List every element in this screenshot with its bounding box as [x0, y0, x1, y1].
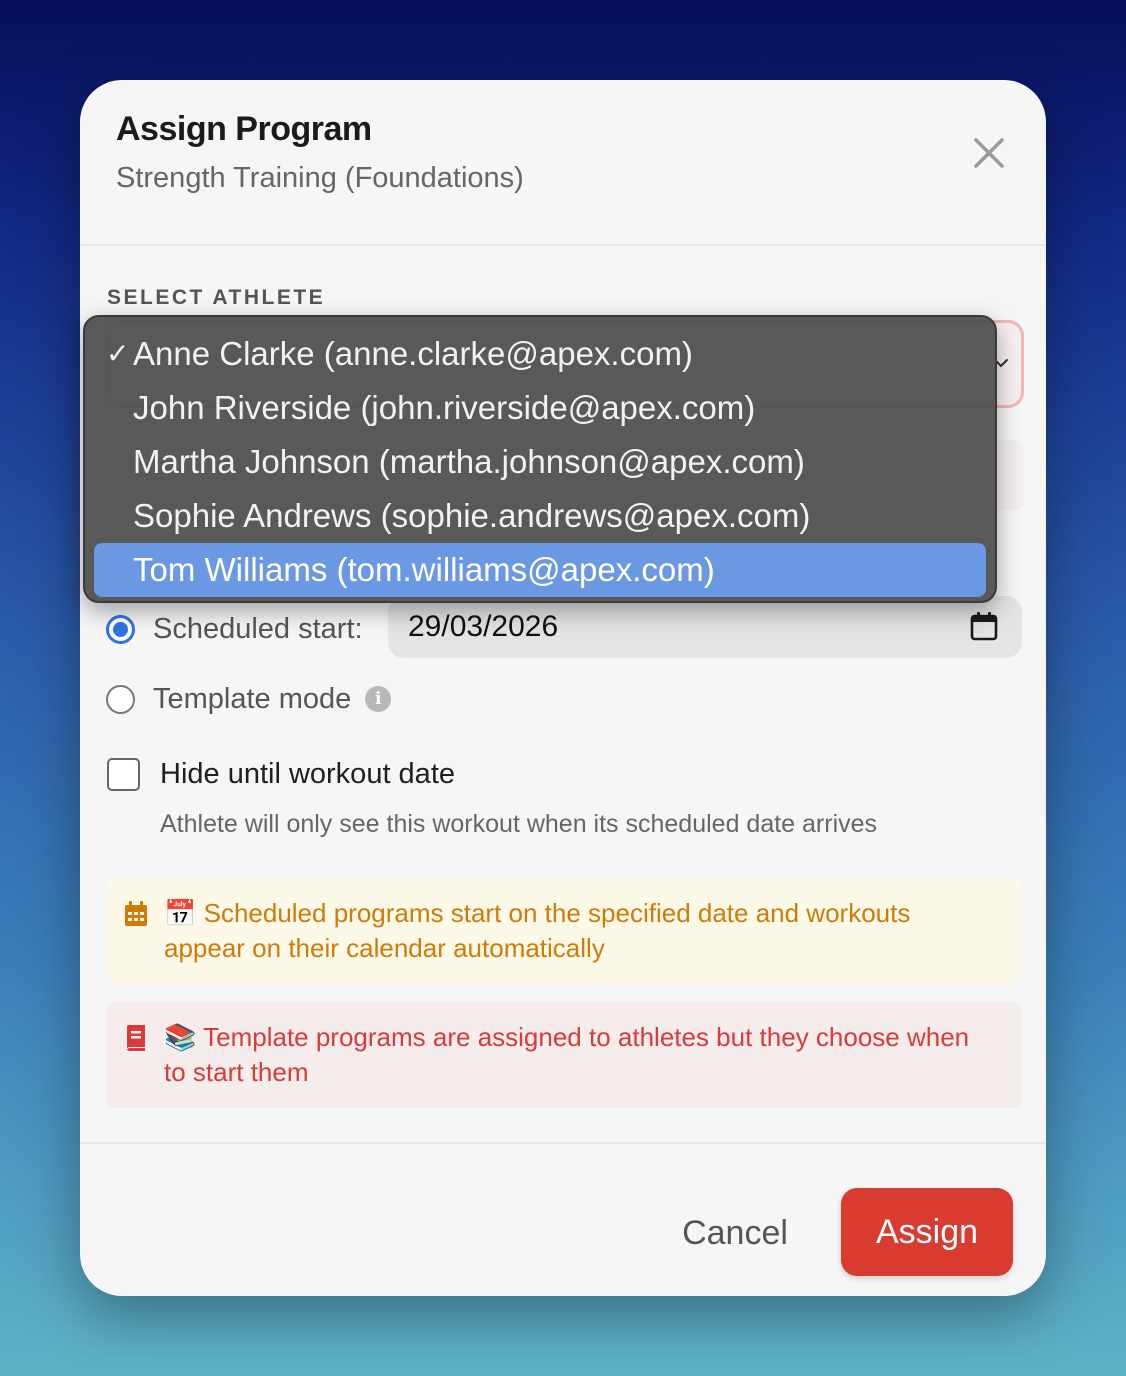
cancel-button[interactable]: Cancel [670, 1208, 800, 1258]
athlete-option-label: Tom Williams (tom.williams@apex.com) [133, 551, 715, 588]
hide-until-date-help: Athlete will only see this workout when … [160, 810, 878, 838]
athlete-option[interactable]: Martha Johnson (martha.johnson@apex.com) [94, 435, 986, 489]
template-mode-radio[interactable] [106, 684, 135, 714]
scheduled-info-notice: 📅 Scheduled programs start on the specif… [106, 878, 1022, 984]
scheduled-start-option[interactable]: Scheduled start: [106, 600, 363, 658]
hide-until-date-option[interactable]: Hide until workout date [107, 758, 455, 791]
template-info-text: 📚 Template programs are assigned to athl… [164, 1022, 970, 1087]
close-icon[interactable] [968, 132, 1010, 174]
athlete-option-label: Anne Clarke (anne.clarke@apex.com) [133, 335, 693, 372]
athlete-option-label: Sophie Andrews (sophie.andrews@apex.com) [133, 497, 811, 534]
modal-title: Assign Program [116, 110, 372, 148]
checkmark-icon: ✓ [106, 338, 130, 369]
start-date-value: 29/03/2026 [408, 610, 559, 643]
assign-button[interactable]: Assign [841, 1188, 1013, 1276]
athlete-option-highlighted[interactable]: Tom Williams (tom.williams@apex.com) [94, 543, 986, 597]
info-icon[interactable]: i [365, 686, 392, 712]
template-mode-label: Template mode [153, 682, 352, 715]
start-date-input[interactable]: 29/03/2026 [388, 596, 1022, 658]
modal-subtitle: Strength Training (Foundations) [116, 162, 524, 194]
athlete-option[interactable]: John Riverside (john.riverside@apex.com) [94, 381, 986, 435]
athlete-option[interactable]: ✓ Anne Clarke (anne.clarke@apex.com) [94, 327, 986, 381]
template-info-notice: 📚 Template programs are assigned to athl… [106, 1002, 1022, 1108]
assign-program-modal: Assign Program Strength Training (Founda… [80, 80, 1046, 1296]
scheduled-info-text: 📅 Scheduled programs start on the specif… [164, 898, 911, 963]
athlete-option-label: Martha Johnson (martha.johnson@apex.com) [133, 443, 805, 480]
select-athlete-label: SELECT ATHLETE [107, 286, 326, 309]
scheduled-start-label: Scheduled start: [153, 612, 363, 645]
book-icon [127, 1025, 145, 1051]
athlete-option-label: John Riverside (john.riverside@apex.com) [133, 389, 756, 426]
scheduled-start-radio[interactable] [106, 614, 135, 644]
hide-until-date-label: Hide until workout date [160, 758, 455, 790]
footer-divider [80, 1142, 1046, 1144]
athlete-dropdown-menu: ✓ Anne Clarke (anne.clarke@apex.com) Joh… [83, 315, 997, 603]
calendar-icon [125, 901, 147, 926]
hide-until-date-checkbox[interactable] [107, 758, 140, 791]
calendar-icon[interactable] [970, 611, 998, 641]
header-divider [80, 244, 1046, 246]
athlete-option[interactable]: Sophie Andrews (sophie.andrews@apex.com) [94, 489, 986, 543]
template-mode-option[interactable]: Template mode i [106, 670, 392, 728]
